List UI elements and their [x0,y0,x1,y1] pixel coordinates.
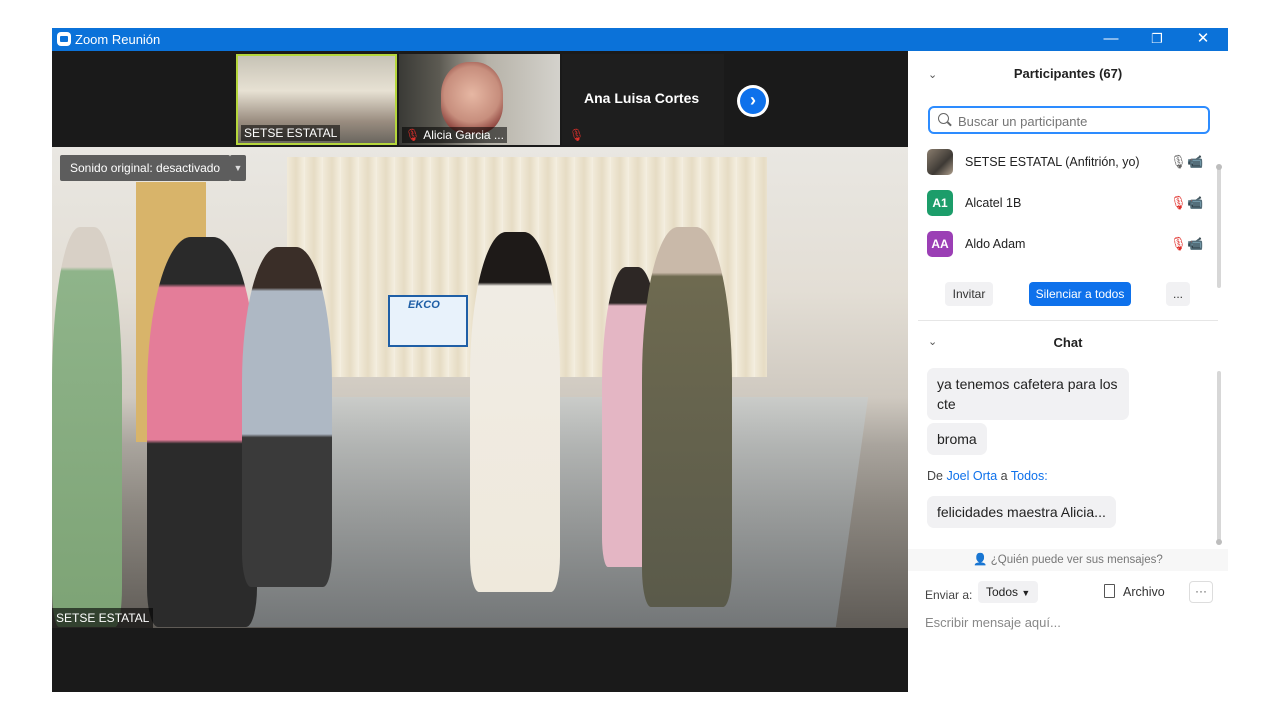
side-panel: ⌄ Participantes (67) SETSE ESTATAL (Anfi… [908,51,1228,692]
close-button[interactable]: ✕ [1180,28,1226,51]
participant-face [441,62,503,134]
participant-row[interactable]: AA Aldo Adam 🎙 📹 [908,225,1220,265]
main-video-label: SETSE ESTATAL [52,608,154,628]
chat-message: felicidades maestra Alicia... [927,496,1116,528]
restore-button[interactable]: ❐ [1134,28,1180,51]
participant-name: Aldo Adam [965,237,1026,251]
chevron-right-icon: › [750,90,756,110]
microphone-icon[interactable]: 🎙 [1170,154,1187,170]
thumbnail-strip: SETSE ESTATAL 🎙 Alicia Garcia ... Ana Lui… [236,54,769,145]
search-icon [938,113,949,124]
camera-icon[interactable]: 📹 [1187,236,1203,252]
person [242,247,332,587]
search-input[interactable] [956,111,1200,131]
participants-header: ⌄ Participantes (67) [908,51,1228,97]
person [147,237,257,627]
mic-muted-icon: 🎙 [569,128,585,142]
minimize-button[interactable]: — [1088,28,1134,51]
microphone-muted-icon[interactable]: 🎙 [1170,195,1187,211]
recipient-name[interactable]: Todos: [1011,469,1048,483]
video-thumbnail-ana[interactable]: Ana Luisa Cortes 🎙 [562,54,724,145]
invite-button[interactable]: Invitar [945,282,993,306]
camera-icon[interactable]: 📹 [1187,154,1203,170]
sender-name[interactable]: Joel Orta [946,469,997,483]
cookware-box: EKCO [388,295,468,347]
person [470,232,560,592]
chat-messages: ya tenemos cafetera para los cte broma D… [908,363,1220,549]
original-sound-button[interactable]: Sonido original: desactivado [60,155,231,181]
mute-all-button[interactable]: Silenciar a todos [1029,282,1131,306]
more-options-button[interactable]: ... [1166,282,1190,306]
avatar: AA [927,231,953,257]
chat-more-button[interactable]: ··· [1189,581,1213,603]
video-area: SETSE ESTATAL 🎙 Alicia Garcia ... Ana Lui… [52,51,908,692]
title-bar: Zoom Reunión — ❐ ✕ [52,28,1228,51]
file-icon [1104,584,1115,598]
participant-name: Alcatel 1B [965,196,1022,210]
next-page-button[interactable]: › [737,85,769,117]
message-input[interactable]: Escribir mensaje aquí... [925,615,1061,630]
chevron-down-icon: ▼ [1021,588,1031,598]
thumbnail-label: 🎙 Alicia Garcia ... [402,127,507,143]
video-thumbnail-alicia[interactable]: 🎙 Alicia Garcia ... [399,54,560,145]
send-to-label: Enviar a: [925,588,973,602]
mic-muted-icon: 🎙 [405,128,421,142]
chat-scrollbar[interactable] [1216,371,1222,545]
person [52,227,122,627]
zoom-window: Zoom Reunión — ❐ ✕ SETSE ESTATAL 🎙 Alicia… [52,28,1228,692]
sound-menu-arrow-icon[interactable]: ▼ [230,155,246,181]
divider [918,320,1218,321]
avatar [927,149,953,175]
file-button[interactable]: Archivo [1104,584,1165,599]
participant-row[interactable]: A1 Alcatel 1B 🎙 📹 [908,184,1220,224]
who-can-see-messages[interactable]: 👤 ¿Quién puede ver sus mensajes? [908,549,1228,571]
video-thumbnail-setse[interactable]: SETSE ESTATAL [236,54,397,145]
person-icon: 👤 [973,554,988,566]
participants-scrollbar[interactable] [1216,164,1222,288]
message-sender-line: De Joel Orta a Todos: [927,469,1048,483]
camera-off-icon[interactable]: 📹 [1187,195,1203,211]
chat-title: Chat [1053,335,1083,350]
main-video: EKCO Sonido original: desactivado ▼ SETS… [52,147,908,628]
participant-search[interactable] [928,106,1210,134]
participant-name: SETSE ESTATAL (Anfitrión, yo) [965,155,1140,169]
participant-list: SETSE ESTATAL (Anfitrión, yo) 🎙 📹 A1 Alc… [908,143,1220,268]
avatar: A1 [927,190,953,216]
thumbnail-label: SETSE ESTATAL [241,125,341,141]
chat-message: broma [927,423,987,455]
person [642,227,732,607]
window-title: Zoom Reunión [75,32,161,47]
microphone-muted-icon[interactable]: 🎙 [1170,236,1187,252]
participant-name: Ana Luisa Cortes [584,90,700,106]
participants-title: Participantes (67) [1013,66,1123,81]
participant-row[interactable]: SETSE ESTATAL (Anfitrión, yo) 🎙 📹 [908,143,1220,183]
chat-message: ya tenemos cafetera para los cte [927,368,1129,420]
zoom-logo-icon [57,32,71,46]
send-to-select[interactable]: Todos ▼ [978,581,1039,603]
